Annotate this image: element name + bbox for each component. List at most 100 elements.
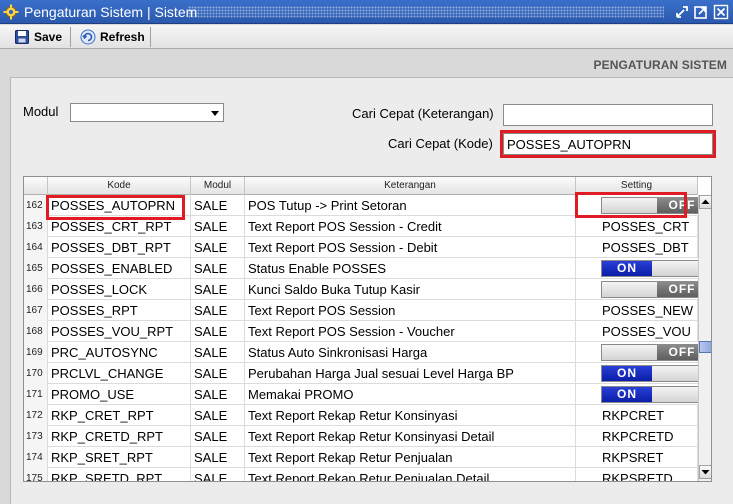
- cell-keterangan: Status Auto Sinkronisasi Harga: [245, 342, 576, 363]
- setting-toggle[interactable]: OFF: [601, 281, 708, 298]
- modul-label: Modul: [23, 104, 59, 119]
- table-row[interactable]: 174 RKP_SRET_RPT SALE Text Report Rekap Ret…: [24, 447, 698, 468]
- cell-kode: RKP_CRET_RPT: [48, 405, 191, 426]
- cell-setting[interactable]: POSSES_CRT: [576, 216, 698, 237]
- vertical-scrollbar[interactable]: [698, 195, 711, 481]
- row-number: 174: [24, 447, 48, 468]
- window-titlebar: Pengaturan Sistem | Sistem: [0, 0, 733, 24]
- cell-kode: POSSES_RPT: [48, 300, 191, 321]
- cell-kode: POSSES_ENABLED: [48, 258, 191, 279]
- row-number: 166: [24, 279, 48, 300]
- cell-kode: PRC_AUTOSYNC: [48, 342, 191, 363]
- table-row[interactable]: 169 PRC_AUTOSYNC SALE Status Auto Sinkronis…: [24, 342, 708, 363]
- cari-keterangan-label: Cari Cepat (Keterangan): [352, 106, 494, 121]
- table-row[interactable]: 173 RKP_CRETD_RPT SALE Text Report Rekap Re…: [24, 426, 698, 447]
- chevron-down-icon: [211, 111, 219, 116]
- cell-setting[interactable]: POSSES_DBT: [576, 237, 698, 258]
- toolbar: Save Refresh: [0, 25, 733, 49]
- section-title: PENGATURAN SISTEM: [593, 58, 727, 72]
- save-button[interactable]: Save: [12, 27, 66, 47]
- cell-keterangan: Perubahan Harga Jual sesuai Level Harga …: [245, 363, 576, 384]
- toggle-state-label: ON: [602, 387, 652, 402]
- settings-table: Kode Modul Keterangan Setting 162 POSSES_…: [23, 176, 712, 482]
- header-keterangan[interactable]: Keterangan: [245, 177, 576, 195]
- cell-modul: SALE: [191, 363, 245, 384]
- cell-setting[interactable]: POSSES_NEW: [576, 300, 698, 321]
- close-icon[interactable]: [713, 4, 729, 20]
- cell-keterangan: Text Report POS Session: [245, 300, 576, 321]
- cell-keterangan: Text Report POS Session - Voucher: [245, 321, 576, 342]
- toolbar-divider: [150, 27, 151, 47]
- setting-toggle[interactable]: ON: [601, 260, 708, 277]
- cell-kode: POSSES_DBT_RPT: [48, 237, 191, 258]
- cell-modul: SALE: [191, 384, 245, 405]
- table-row[interactable]: 175 RKP_SRETD_RPT SALE Text Report Rekap Re…: [24, 468, 698, 481]
- table-row[interactable]: 172 RKP_CRET_RPT SALE Text Report Rekap Ret…: [24, 405, 698, 426]
- row-number: 170: [24, 363, 48, 384]
- setting-toggle[interactable]: ON: [601, 365, 708, 382]
- cell-kode: RKP_SRETD_RPT: [48, 468, 191, 481]
- cell-keterangan: Status Enable POSSES: [245, 258, 576, 279]
- save-button-label: Save: [34, 30, 63, 44]
- table-row[interactable]: 171 PROMO_USE SALE Memakai PROMO ON: [24, 384, 708, 405]
- cell-keterangan: Text Report Rekap Retur Penjualan: [245, 447, 576, 468]
- header-kode[interactable]: Kode: [48, 177, 191, 195]
- cell-kode: PRCLVL_CHANGE: [48, 363, 191, 384]
- highlight-setting-cell: [575, 192, 687, 218]
- cell-kode: RKP_CRETD_RPT: [48, 426, 191, 447]
- setting-toggle[interactable]: OFF: [601, 344, 708, 361]
- refresh-button[interactable]: Refresh: [78, 27, 149, 47]
- scroll-thumb[interactable]: [699, 341, 711, 353]
- table-row[interactable]: 164 POSSES_DBT_RPT SALE Text Report POS Ses…: [24, 237, 698, 258]
- restore-icon[interactable]: [674, 4, 690, 20]
- cell-keterangan: Text Report Rekap Retur Konsinyasi: [245, 405, 576, 426]
- row-number: 172: [24, 405, 48, 426]
- cari-kode-label: Cari Cepat (Kode): [388, 136, 493, 151]
- row-number: 175: [24, 468, 48, 481]
- cell-keterangan: Text Report POS Session - Credit: [245, 216, 576, 237]
- cell-keterangan: Text Report Rekap Retur Penjualan Detail: [245, 468, 576, 481]
- cell-setting[interactable]: RKPCRET: [576, 405, 698, 426]
- row-number: 168: [24, 321, 48, 342]
- scroll-up-button[interactable]: [699, 195, 711, 209]
- scroll-down-button[interactable]: [699, 465, 711, 479]
- table-row[interactable]: 170 PRCLVL_CHANGE SALE Perubahan Harga Jual…: [24, 363, 708, 384]
- cell-kode: RKP_SRET_RPT: [48, 447, 191, 468]
- cell-modul: SALE: [191, 258, 245, 279]
- table-row[interactable]: 166 POSSES_LOCK SALE Kunci Saldo Buka Tutup…: [24, 279, 708, 300]
- row-number: 164: [24, 237, 48, 258]
- toolbar-divider: [70, 27, 71, 47]
- cell-setting[interactable]: RKPCRETD: [576, 426, 698, 447]
- cari-keterangan-input[interactable]: [503, 104, 713, 126]
- setting-toggle[interactable]: ON: [601, 386, 708, 403]
- cell-kode: POSSES_LOCK: [48, 279, 191, 300]
- cell-keterangan: POS Tutup -> Print Setoran: [245, 195, 576, 216]
- cell-keterangan: Text Report Rekap Retur Konsinyasi Detai…: [245, 426, 576, 447]
- arrow-up-icon: [701, 199, 710, 204]
- table-row[interactable]: 168 POSSES_VOU_RPT SALE Text Report POS Ses…: [24, 321, 698, 342]
- cell-modul: SALE: [191, 237, 245, 258]
- cell-modul: SALE: [191, 405, 245, 426]
- arrow-down-icon: [701, 470, 710, 475]
- table-row[interactable]: 165 POSSES_ENABLED SALE Status Enable POSSE…: [24, 258, 708, 279]
- cell-keterangan: Kunci Saldo Buka Tutup Kasir: [245, 279, 576, 300]
- header-rownum: [24, 177, 48, 195]
- highlight-cari-kode: [500, 130, 716, 158]
- cell-modul: SALE: [191, 342, 245, 363]
- cell-modul: SALE: [191, 321, 245, 342]
- modul-select[interactable]: [70, 103, 224, 122]
- cell-modul: SALE: [191, 447, 245, 468]
- cell-setting[interactable]: POSSES_VOU: [576, 321, 698, 342]
- floppy-disk-icon: [15, 30, 29, 44]
- settings-app-icon: [3, 4, 19, 20]
- table-row[interactable]: 167 POSSES_RPT SALE Text Report POS Session…: [24, 300, 698, 321]
- cell-setting[interactable]: RKPSRET: [576, 447, 698, 468]
- cell-modul: SALE: [191, 195, 245, 216]
- header-modul[interactable]: Modul: [191, 177, 245, 195]
- cell-keterangan: Memakai PROMO: [245, 384, 576, 405]
- cell-keterangan: Text Report POS Session - Debit: [245, 237, 576, 258]
- maximize-icon[interactable]: [693, 4, 709, 20]
- row-number: 167: [24, 300, 48, 321]
- refresh-button-label: Refresh: [100, 30, 145, 44]
- cell-setting[interactable]: RKPSRETD: [576, 468, 698, 481]
